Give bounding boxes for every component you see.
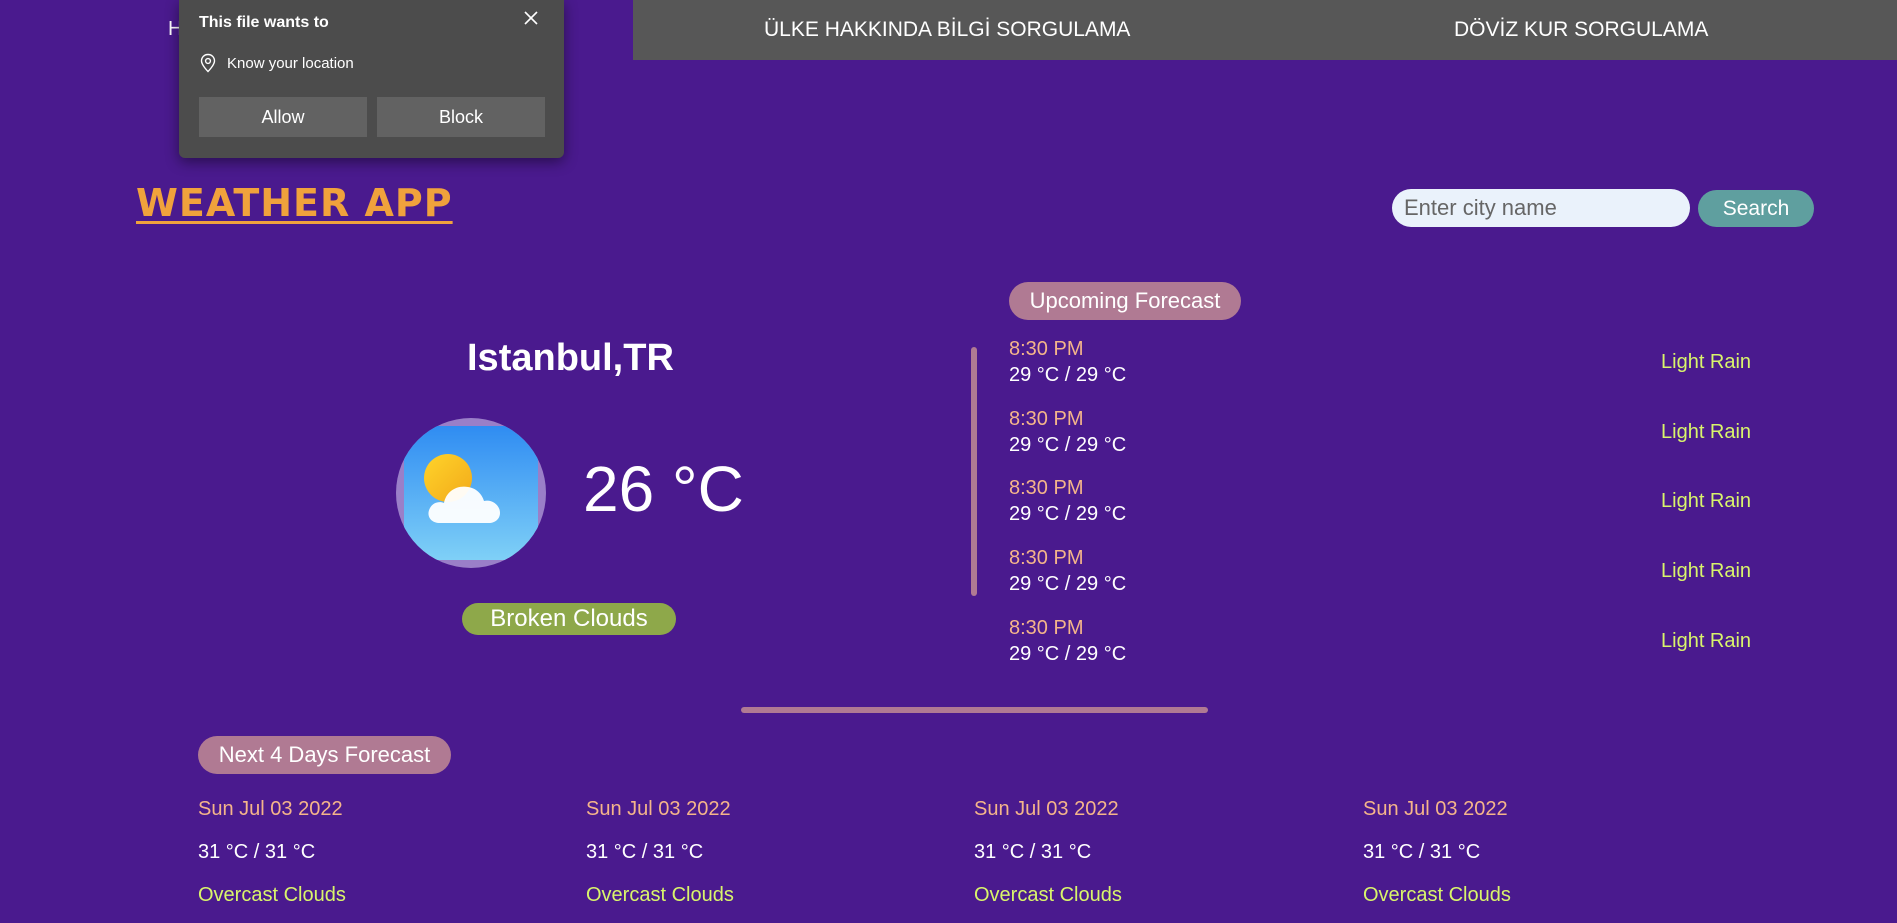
day-forecast: Sun Jul 03 2022 31 °C / 31 °C Overcast C…: [586, 798, 886, 908]
forecast-temp: 29 °C / 29 °C: [1009, 434, 1127, 456]
nav-country-info-link[interactable]: ÜLKE HAKKINDA BİLGİ SORGULAMA: [764, 18, 1130, 42]
nav-right-bar: ÜLKE HAKKINDA BİLGİ SORGULAMA DÖVİZ KUR …: [633, 0, 1897, 60]
forecast-time: 8:30 PM: [1009, 408, 1084, 430]
day-date: Sun Jul 03 2022: [586, 798, 731, 820]
forecast-temp: 29 °C / 29 °C: [1009, 503, 1127, 525]
day-date: Sun Jul 03 2022: [1363, 798, 1508, 820]
day-date: Sun Jul 03 2022: [198, 798, 343, 820]
day-temp: 31 °C / 31 °C: [1363, 841, 1481, 863]
day-forecast: Sun Jul 03 2022 31 °C / 31 °C Overcast C…: [1363, 798, 1663, 908]
forecast-desc: Light Rain: [1661, 421, 1752, 443]
current-temperature: 26 °C: [583, 453, 744, 525]
day-desc: Overcast Clouds: [586, 884, 734, 906]
next-days-forecast-label: Next 4 Days Forecast: [198, 736, 451, 774]
forecast-time: 8:30 PM: [1009, 338, 1084, 360]
city-name: Istanbul,TR: [467, 337, 674, 379]
weather-description-badge: Broken Clouds: [462, 603, 676, 635]
forecast-time: 8:30 PM: [1009, 617, 1084, 639]
forecast-temp: 29 °C / 29 °C: [1009, 364, 1127, 386]
nav-exchange-rate-link[interactable]: DÖVİZ KUR SORGULAMA: [1454, 18, 1708, 42]
day-forecast: Sun Jul 03 2022 31 °C / 31 °C Overcast C…: [974, 798, 1274, 908]
day-temp: 31 °C / 31 °C: [586, 841, 704, 863]
vertical-divider: [971, 347, 977, 596]
day-desc: Overcast Clouds: [974, 884, 1122, 906]
city-search-input[interactable]: [1392, 189, 1690, 227]
forecast-row: 8:30 PM 29 °C / 29 °C Light Rain: [1009, 547, 1769, 601]
app-title: WEATHER APP: [136, 181, 453, 225]
forecast-desc: Light Rain: [1661, 351, 1752, 373]
permission-row: Know your location: [199, 52, 354, 74]
forecast-time: 8:30 PM: [1009, 547, 1084, 569]
forecast-row: 8:30 PM 29 °C / 29 °C Light Rain: [1009, 617, 1769, 671]
day-date: Sun Jul 03 2022: [974, 798, 1119, 820]
forecast-desc: Light Rain: [1661, 630, 1752, 652]
day-desc: Overcast Clouds: [198, 884, 346, 906]
day-temp: 31 °C / 31 °C: [198, 841, 316, 863]
upcoming-forecast-label: Upcoming Forecast: [1009, 282, 1241, 320]
day-temp: 31 °C / 31 °C: [974, 841, 1092, 863]
day-forecast: Sun Jul 03 2022 31 °C / 31 °C Overcast C…: [198, 798, 498, 908]
search-button[interactable]: Search: [1698, 190, 1814, 227]
block-button[interactable]: Block: [377, 97, 545, 137]
forecast-row: 8:30 PM 29 °C / 29 °C Light Rain: [1009, 338, 1769, 392]
forecast-desc: Light Rain: [1661, 560, 1752, 582]
partly-cloudy-icon: [396, 418, 546, 568]
day-desc: Overcast Clouds: [1363, 884, 1511, 906]
permission-text: Know your location: [227, 54, 354, 72]
forecast-row: 8:30 PM 29 °C / 29 °C Light Rain: [1009, 408, 1769, 462]
forecast-desc: Light Rain: [1661, 490, 1752, 512]
forecast-time: 8:30 PM: [1009, 477, 1084, 499]
forecast-row: 8:30 PM 29 °C / 29 °C Light Rain: [1009, 477, 1769, 531]
allow-button[interactable]: Allow: [199, 97, 367, 137]
forecast-temp: 29 °C / 29 °C: [1009, 573, 1127, 595]
close-icon[interactable]: [517, 4, 545, 32]
popup-title: This file wants to: [199, 14, 329, 31]
location-pin-icon: [200, 53, 216, 73]
location-permission-popup: This file wants to Know your location Al…: [179, 0, 564, 158]
horizontal-divider: [741, 707, 1208, 713]
forecast-temp: 29 °C / 29 °C: [1009, 643, 1127, 665]
